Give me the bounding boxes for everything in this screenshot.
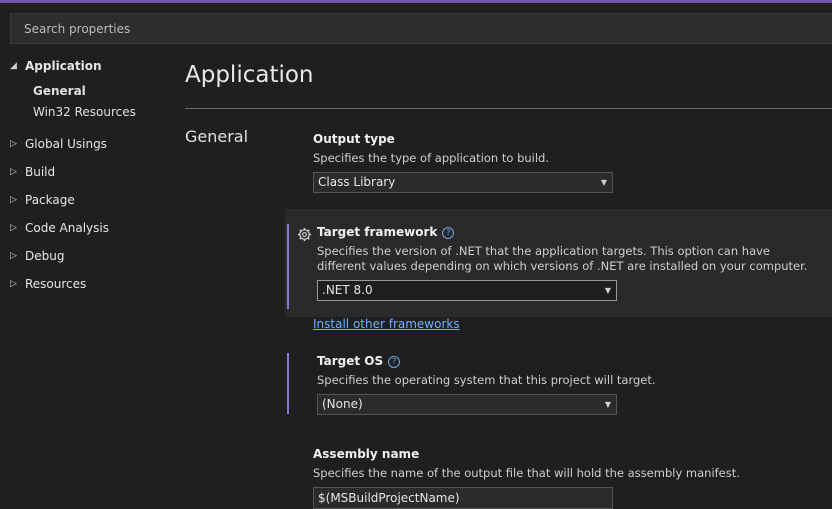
collapsed-triangle-icon: ▷ [10,251,17,261]
target-framework-label: Target framework? [317,225,455,239]
collapsed-triangle-icon: ▷ [10,195,17,205]
target-os-label: Target OS? [317,354,401,368]
sidebar-item-label: Build [25,165,56,179]
output-type-value: Class Library [318,175,396,189]
sidebar-item-label: Code Analysis [25,221,109,235]
page-title: Application [185,62,314,88]
help-icon[interactable]: ? [388,356,401,368]
install-other-frameworks-link[interactable]: Install other frameworks [313,317,460,331]
sidebar-item-label: Application [25,59,102,73]
target-os-dropdown[interactable]: (None) ▼ [317,394,617,415]
collapsed-triangle-icon: ▷ [10,223,17,233]
output-type-label: Output type [313,132,395,146]
expanded-triangle-icon: ◢ [10,61,17,71]
section-title: General [185,127,249,146]
sidebar-item-label: Resources [25,277,87,291]
assembly-name-description: Specifies the name of the output file th… [313,466,740,480]
assembly-name-input[interactable]: $(MSBuildProjectName) [313,487,613,509]
target-framework-label-text: Target framework [317,225,438,239]
sidebar-item-label: Global Usings [25,137,107,151]
target-os-description: Specifies the operating system that this… [317,373,656,387]
title-divider [185,108,832,109]
gear-icon[interactable] [297,227,312,242]
chevron-down-icon: ▼ [600,178,607,187]
search-input[interactable] [11,14,832,43]
output-type-dropdown[interactable]: Class Library ▼ [313,172,613,193]
collapsed-triangle-icon: ▷ [10,139,17,149]
help-icon[interactable]: ? [442,227,455,239]
search-bar[interactable] [10,13,832,44]
target-os-label-text: Target OS [317,354,384,368]
sidebar-item-win32-resources[interactable]: Win32 Resources [33,102,136,122]
target-framework-value: .NET 8.0 [322,283,373,297]
collapsed-triangle-icon: ▷ [10,167,17,177]
window-top-accent [0,0,832,3]
sidebar-item-label: Debug [25,249,65,263]
output-type-description: Specifies the type of application to bui… [313,151,549,165]
assembly-name-label: Assembly name [313,447,420,461]
sidebar-item-label: Package [25,193,75,207]
sidebar-item-general[interactable]: General [33,81,86,101]
chevron-down-icon: ▼ [604,400,611,409]
modified-indicator-bar [287,224,289,309]
target-framework-dropdown[interactable]: .NET 8.0 ▼ [317,280,617,301]
chevron-down-icon: ▼ [604,286,611,295]
collapsed-triangle-icon: ▷ [10,279,17,289]
modified-indicator-bar [287,353,289,414]
target-framework-description: Specifies the version of .NET that the a… [317,244,808,273]
target-os-value: (None) [322,397,363,411]
